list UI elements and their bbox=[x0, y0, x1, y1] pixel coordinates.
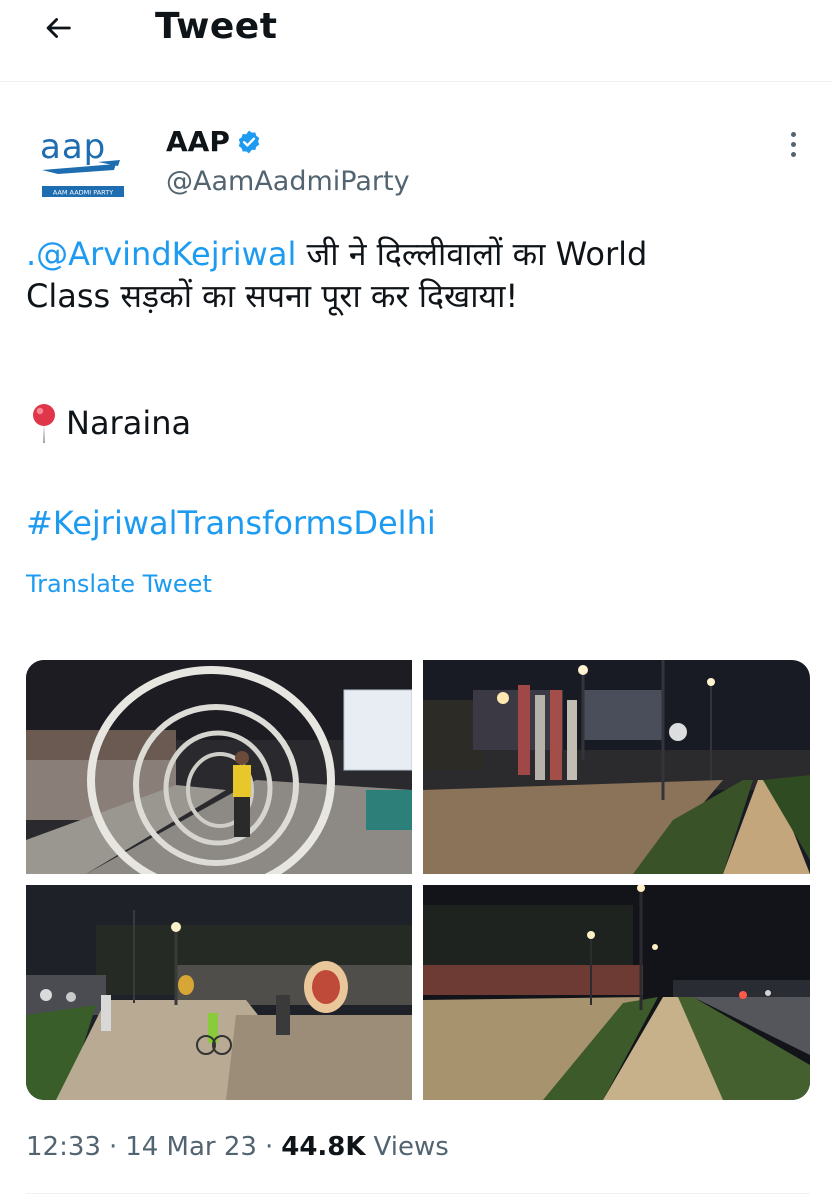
aap-logo: aap AAM AADMI PARTY bbox=[40, 127, 124, 197]
media-photo-1[interactable] bbox=[26, 660, 412, 874]
top-bar: Tweet bbox=[0, 0, 833, 82]
tweet-text: .@ArvindKejriwal जी ने दिल्लीवालों का Wo… bbox=[26, 234, 816, 317]
avatar-logo-text: aap bbox=[40, 127, 106, 167]
location-line: Naraina bbox=[30, 402, 191, 444]
media-photo-4[interactable] bbox=[423, 885, 810, 1100]
meta-separator: · bbox=[108, 1132, 118, 1162]
location-text: Naraina bbox=[66, 404, 192, 442]
verified-badge-icon bbox=[238, 130, 260, 153]
tweet-text-line-1: .@ArvindKejriwal जी ने दिल्लीवालों का Wo… bbox=[26, 234, 816, 276]
more-dot-icon bbox=[790, 151, 796, 157]
media-photo-3[interactable] bbox=[26, 885, 412, 1100]
pin-icon bbox=[33, 404, 55, 443]
more-options-button[interactable] bbox=[780, 124, 806, 164]
tweet-text-segment: जी ने दिल्लीवालों का World bbox=[296, 235, 648, 273]
tweet-time[interactable]: 12:33 bbox=[26, 1132, 101, 1162]
author-handle[interactable]: @AamAadmiParty bbox=[166, 166, 410, 197]
tweet-date[interactable]: 14 Mar 23 bbox=[125, 1132, 257, 1162]
photo-long-straight-path bbox=[423, 885, 810, 1100]
back-button[interactable] bbox=[36, 6, 80, 50]
views-label: Views bbox=[373, 1132, 449, 1162]
mention-link[interactable]: .@ArvindKejriwal bbox=[26, 235, 296, 273]
tweet-text-line-2: Class सड़कों का सपना पूरा कर दिखाया! bbox=[26, 276, 519, 315]
page-title: Tweet bbox=[155, 6, 278, 47]
divider bbox=[26, 1193, 810, 1194]
avatar-logo-subtext: AAM AADMI PARTY bbox=[53, 189, 113, 197]
translate-tweet-link[interactable]: Translate Tweet bbox=[26, 570, 212, 598]
author-name-text: AAP bbox=[166, 125, 230, 158]
more-dot-icon bbox=[790, 141, 796, 147]
media-grid bbox=[26, 660, 810, 1100]
photo-wide-path-cyclists bbox=[26, 885, 412, 1100]
tweet-meta: 12:33 · 14 Mar 23 · 44.8K Views bbox=[26, 1132, 449, 1162]
avatar[interactable]: aap AAM AADMI PARTY bbox=[28, 126, 132, 202]
media-photo-2[interactable] bbox=[423, 660, 810, 874]
photo-arch-walkway bbox=[26, 660, 412, 874]
hashtag-link[interactable]: #KejriwalTransformsDelhi bbox=[26, 504, 436, 542]
meta-separator: · bbox=[264, 1132, 274, 1162]
photo-night-road-pillars bbox=[423, 660, 810, 874]
more-dot-icon bbox=[790, 131, 796, 137]
views-count[interactable]: 44.8K bbox=[281, 1132, 365, 1162]
arrow-left-icon bbox=[46, 18, 71, 38]
author-name[interactable]: AAP bbox=[166, 125, 262, 158]
